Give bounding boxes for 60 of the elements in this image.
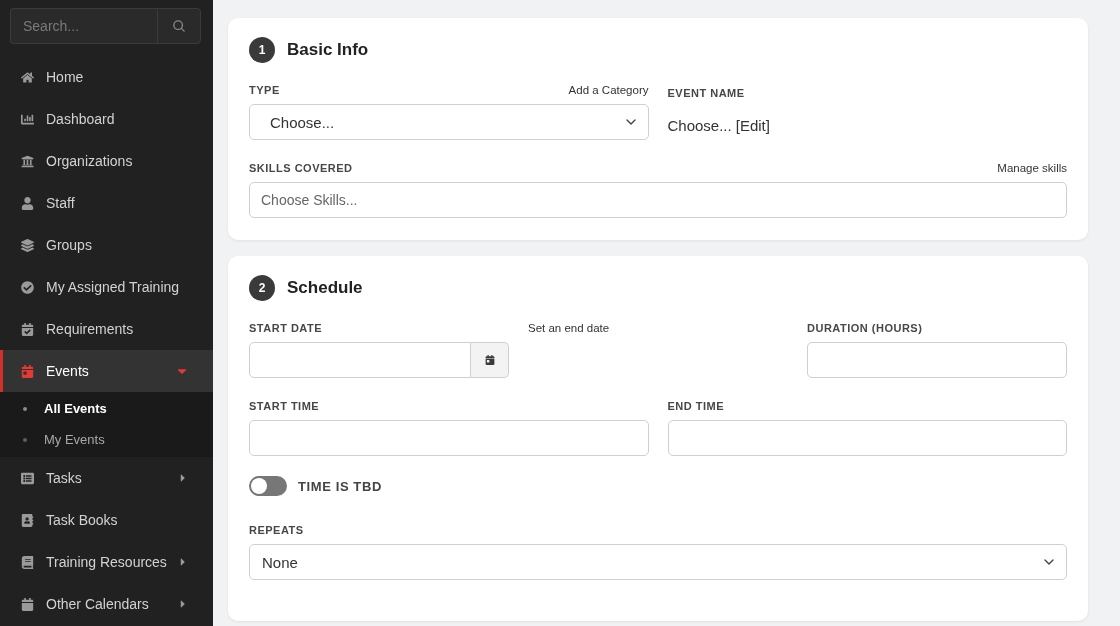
skills-field[interactable]: Choose Skills... — [249, 182, 1067, 218]
chevron-down-icon — [625, 119, 636, 125]
toggle-switch[interactable] — [249, 476, 287, 496]
book-icon — [20, 555, 34, 569]
chevron-down-icon — [1044, 559, 1054, 565]
home-icon — [20, 70, 34, 84]
step-number: 2 — [249, 275, 275, 301]
calendar-check-icon — [20, 322, 34, 336]
field-label: SKILLS COVERED — [249, 162, 353, 174]
nav-item[interactable]: Task Books — [0, 499, 213, 541]
text-link[interactable]: Add a Category — [568, 84, 649, 96]
nav-item[interactable]: Organizations — [0, 140, 213, 182]
text-link[interactable]: Set an end date — [528, 322, 610, 334]
field-label: START TIME — [249, 400, 320, 412]
end-time-field[interactable] — [667, 420, 1067, 456]
calendar-button[interactable] — [471, 342, 509, 378]
nav-item[interactable]: Dashboard — [0, 98, 213, 140]
nav-item[interactable]: Home — [0, 56, 213, 98]
bank-building-icon — [20, 154, 34, 168]
address-book-icon — [20, 513, 34, 527]
duration-field[interactable] — [807, 342, 1067, 378]
nav-item[interactable]: Other Calendars — [0, 583, 213, 625]
edit-link[interactable]: [Edit] — [735, 116, 770, 134]
nav-item[interactable]: Events — [0, 350, 213, 392]
bullet-icon — [23, 437, 27, 442]
search-button[interactable] — [157, 8, 201, 44]
field-label: END TIME — [667, 400, 725, 412]
start-date-field[interactable] — [249, 342, 471, 378]
start-time-field[interactable] — [249, 420, 649, 456]
bullet-icon — [23, 406, 27, 411]
toggle-label: TIME IS TBD — [298, 478, 382, 494]
field-label: EVENT NAME — [667, 87, 745, 99]
user-icon — [20, 196, 34, 210]
layers-icon — [20, 238, 34, 252]
calendar-icon — [20, 597, 34, 611]
nav-item[interactable]: Staff — [0, 182, 213, 224]
nav-item[interactable]: Training Resources — [0, 541, 213, 583]
repeats-dropdown[interactable]: None — [249, 544, 1067, 580]
field-label: DURATION (HOURS) — [807, 322, 923, 334]
submenu-item[interactable]: All Events — [0, 393, 213, 424]
field-label: REPEATS — [249, 524, 304, 536]
text-link[interactable]: Manage skills — [997, 162, 1067, 174]
search-field[interactable]: Search... — [10, 8, 157, 44]
section-title: Schedule — [287, 278, 363, 298]
nav-item[interactable]: Tasks — [0, 457, 213, 499]
type-dropdown[interactable]: Choose... — [249, 104, 649, 140]
list-icon — [20, 471, 34, 485]
section-title: Basic Info — [287, 40, 369, 60]
calendar-icon — [20, 364, 34, 378]
submenu-item[interactable]: My Events — [0, 424, 213, 455]
bar-chart-icon — [20, 112, 34, 126]
step-number: 1 — [249, 37, 275, 63]
nav-item[interactable]: Groups — [0, 224, 213, 266]
field-label: TYPE — [249, 84, 280, 96]
nav-item[interactable]: My Assigned Training — [0, 266, 213, 308]
nav-item[interactable]: Requirements — [0, 308, 213, 350]
calendar-icon — [484, 355, 495, 365]
search-icon — [173, 20, 185, 32]
event-name-value: Choose... — [667, 116, 732, 134]
field-label: START DATE — [249, 322, 323, 334]
